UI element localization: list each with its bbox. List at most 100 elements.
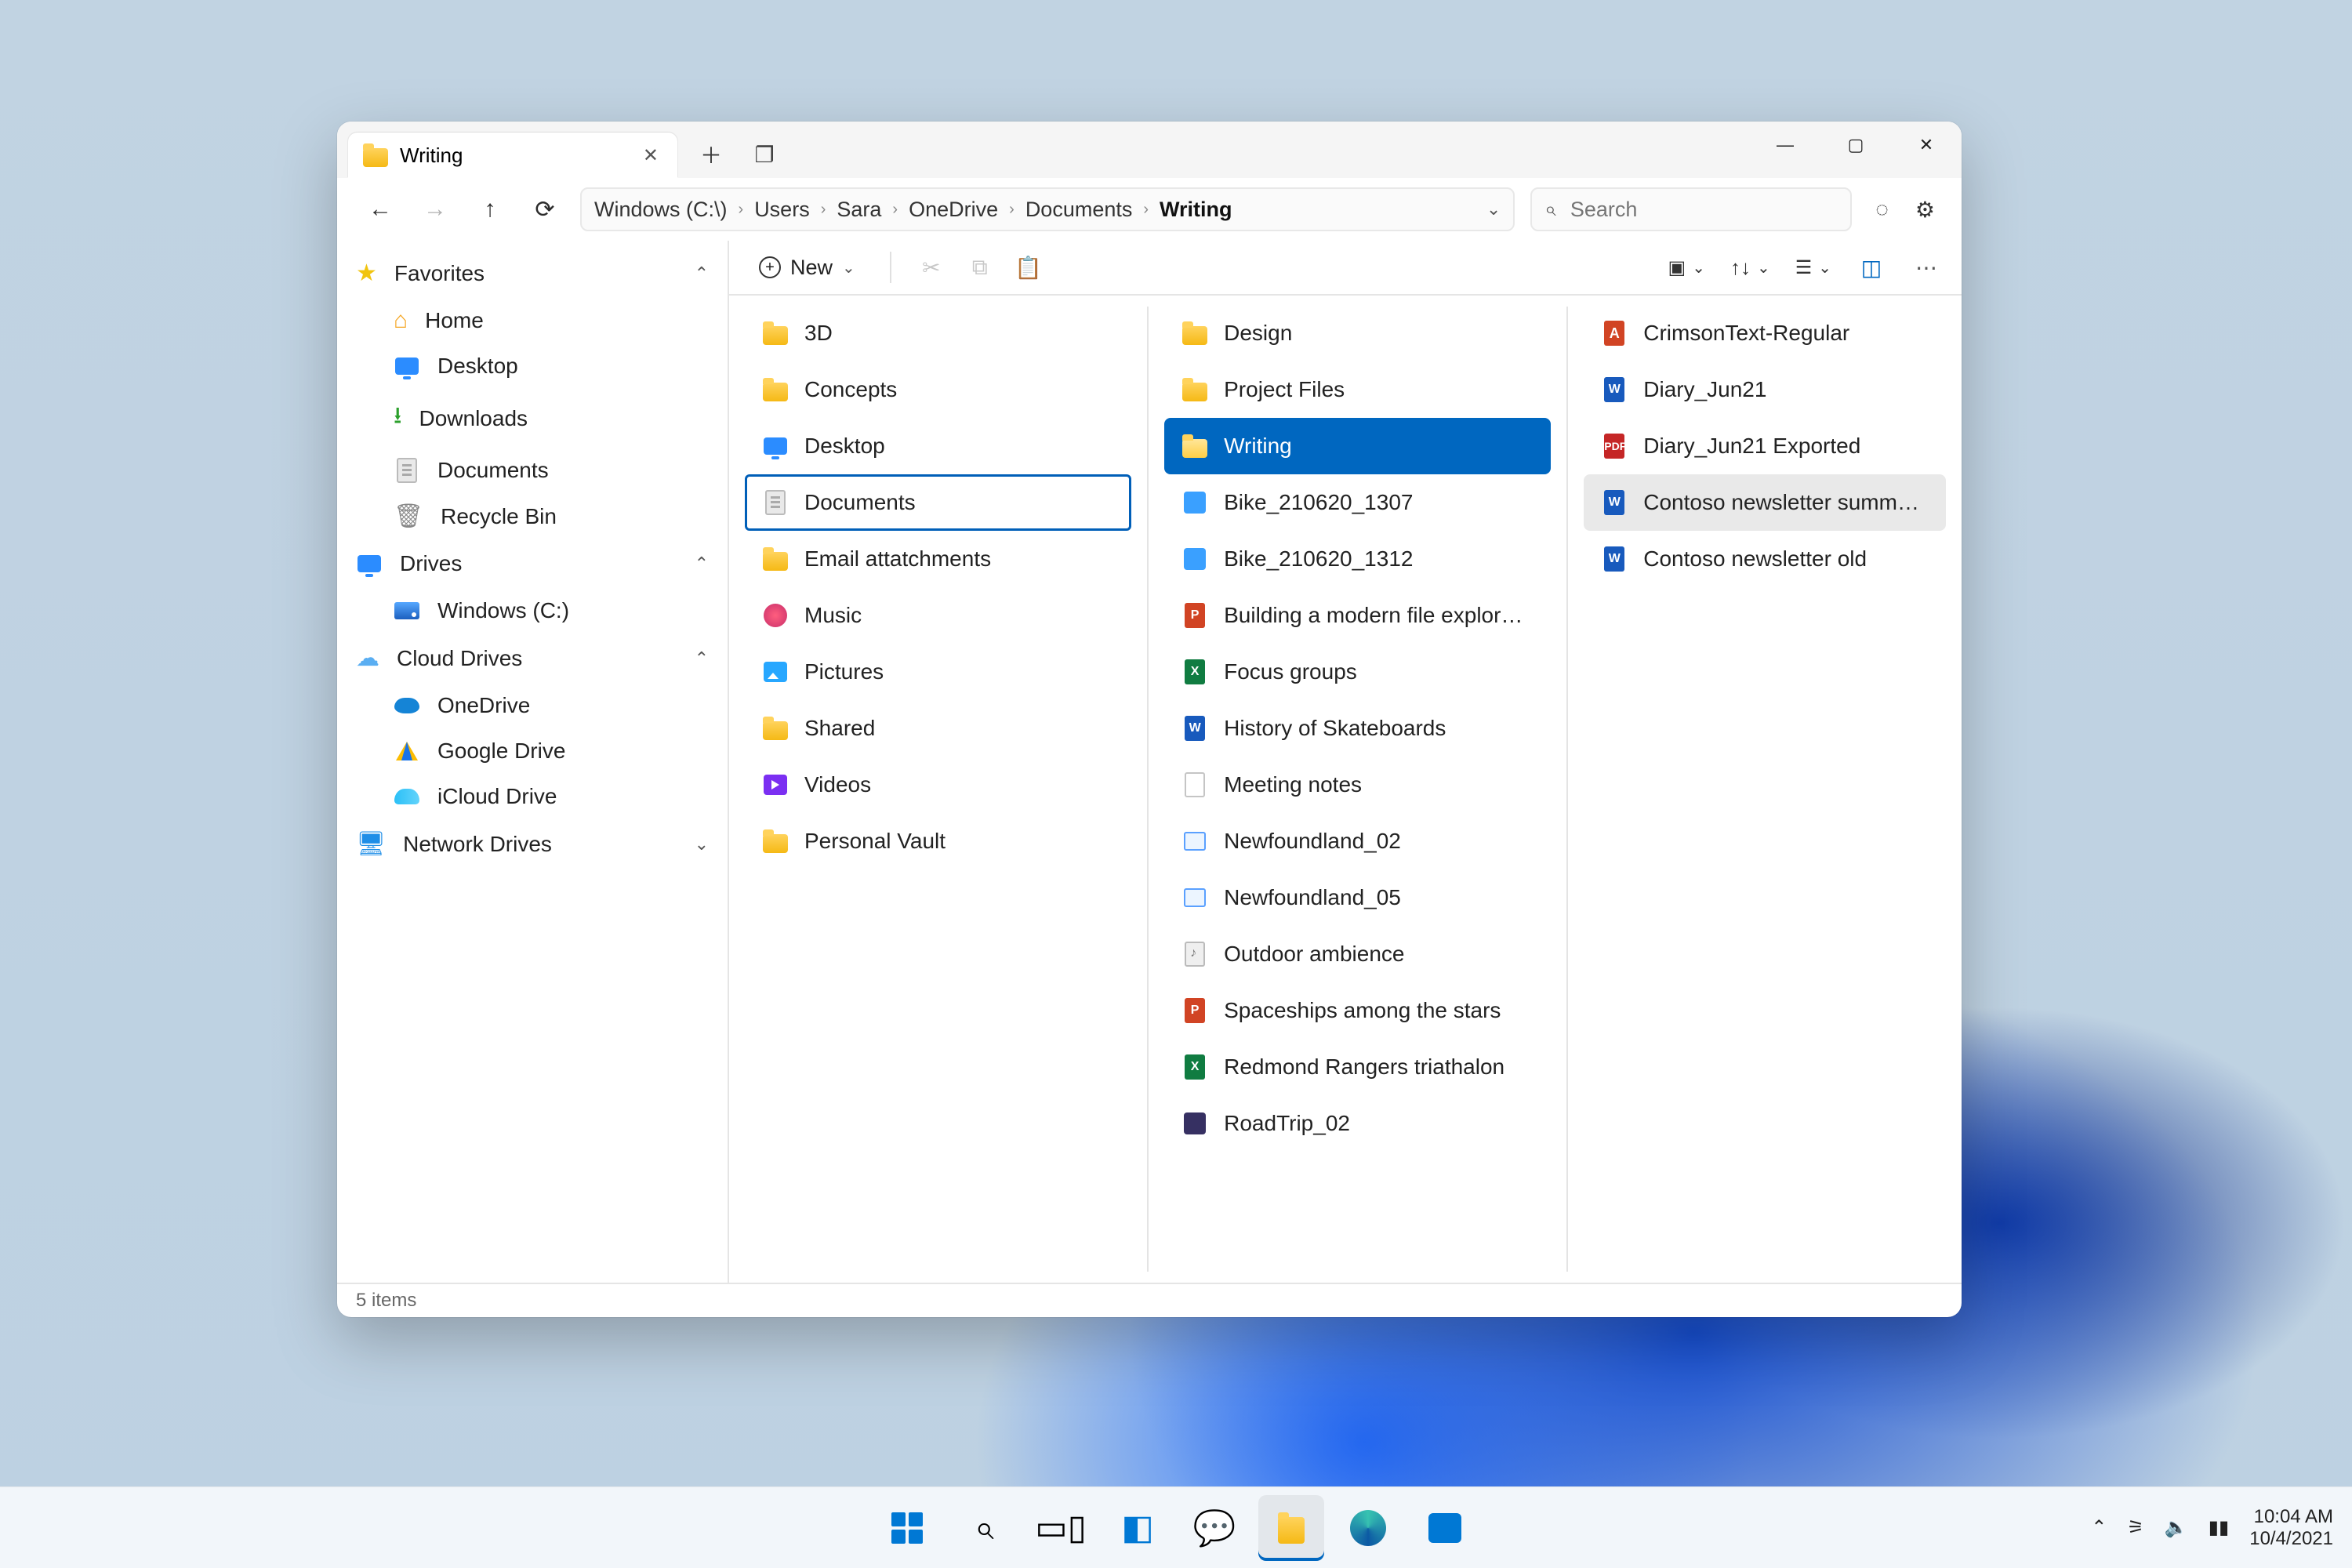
new-button[interactable]: + New ⌄ bbox=[750, 251, 865, 285]
breadcrumb[interactable]: Windows (C:\)› Users› Sara› OneDrive› Do… bbox=[580, 187, 1515, 231]
taskbar-edge[interactable] bbox=[1335, 1495, 1401, 1561]
sort-button[interactable]: ↑↓⌄ bbox=[1730, 256, 1770, 280]
cut-button[interactable]: ✂ bbox=[916, 255, 946, 281]
search-input[interactable] bbox=[1569, 197, 1838, 223]
taskbar-search[interactable]: ⌕ bbox=[951, 1495, 1017, 1561]
more-button[interactable]: ⋯ bbox=[1911, 255, 1941, 281]
list-item[interactable]: WHistory of Skateboards bbox=[1164, 700, 1551, 757]
sidebar-section-network[interactable]: 🖥 Network Drives ⌄ bbox=[337, 819, 728, 869]
chevron-down-icon[interactable]: ⌄ bbox=[695, 834, 709, 855]
chevron-up-icon[interactable]: ⌃ bbox=[695, 554, 709, 574]
minimize-button[interactable]: ― bbox=[1750, 122, 1820, 169]
list-item[interactable]: PSpaceships among the stars bbox=[1164, 982, 1551, 1039]
taskbar-store[interactable] bbox=[1412, 1495, 1478, 1561]
sidebar-item-documents[interactable]: Documents bbox=[337, 448, 728, 493]
list-item[interactable]: XRedmond Rangers triathalon bbox=[1164, 1039, 1551, 1095]
item-name: Contoso newsletter old bbox=[1643, 546, 1867, 572]
sidebar-item-googledrive[interactable]: Google Drive bbox=[337, 728, 728, 774]
new-tab-button[interactable]: ＋ bbox=[698, 139, 724, 170]
back-button[interactable]: ← bbox=[367, 196, 394, 223]
chevron-up-icon[interactable]: ⌃ bbox=[695, 263, 709, 284]
sidebar-item-icloud[interactable]: iCloud Drive bbox=[337, 774, 728, 819]
list-item[interactable]: Personal Vault bbox=[745, 813, 1131, 869]
start-button[interactable] bbox=[874, 1495, 940, 1561]
taskbar-explorer[interactable] bbox=[1258, 1495, 1324, 1561]
paste-button[interactable]: 📋 bbox=[1014, 255, 1044, 281]
tab-overview-button[interactable]: ❐ bbox=[751, 142, 778, 168]
close-window-button[interactable]: ✕ bbox=[1891, 122, 1962, 169]
list-item[interactable]: PDFDiary_Jun21 Exported bbox=[1584, 418, 1946, 474]
list-item[interactable]: Newfoundland_02 bbox=[1164, 813, 1551, 869]
breadcrumb-seg[interactable]: Windows (C:\) bbox=[594, 198, 728, 222]
select-button[interactable]: ▣⌄ bbox=[1668, 256, 1705, 279]
list-item[interactable]: PBuilding a modern file explor… bbox=[1164, 587, 1551, 644]
breadcrumb-seg[interactable]: Users bbox=[754, 198, 810, 222]
copy-button[interactable]: ⧉ bbox=[965, 255, 995, 281]
up-button[interactable]: ↑ bbox=[477, 196, 503, 223]
list-item[interactable]: XFocus groups bbox=[1164, 644, 1551, 700]
list-item[interactable]: Outdoor ambience bbox=[1164, 926, 1551, 982]
list-item[interactable]: Pictures bbox=[745, 644, 1131, 700]
sidebar-item-onedrive[interactable]: OneDrive bbox=[337, 683, 728, 728]
edge-icon bbox=[1350, 1510, 1386, 1546]
list-item[interactable]: WContoso newsletter old bbox=[1584, 531, 1946, 587]
maximize-button[interactable]: ▢ bbox=[1820, 122, 1891, 169]
battery-icon[interactable]: ▮▮ bbox=[2209, 1516, 2229, 1539]
list-item[interactable]: Music bbox=[745, 587, 1131, 644]
search-icon: ⌕ bbox=[1544, 197, 1556, 222]
sidebar-item-downloads[interactable]: ⭳Downloads bbox=[337, 389, 728, 448]
bike-icon bbox=[1181, 546, 1208, 572]
sidebar-item-desktop[interactable]: Desktop bbox=[337, 343, 728, 389]
taskbar-clock[interactable]: 10:04 AM 10/4/2021 bbox=[2249, 1506, 2333, 1549]
volume-icon[interactable]: 🔈 bbox=[2165, 1516, 2188, 1539]
window-tab[interactable]: Writing ✕ bbox=[348, 132, 677, 178]
sidebar-item-label: Desktop bbox=[437, 354, 518, 379]
wifi-icon[interactable]: ⚞ bbox=[2127, 1516, 2144, 1539]
sidebar-item-recyclebin[interactable]: 🗑Recycle Bin bbox=[337, 493, 728, 539]
chevron-up-icon[interactable]: ⌃ bbox=[695, 648, 709, 669]
sidebar-item-home[interactable]: ⌂Home bbox=[337, 298, 728, 343]
breadcrumb-dropdown[interactable]: ⌄ bbox=[1486, 199, 1501, 220]
list-item[interactable]: Writing bbox=[1164, 418, 1551, 474]
close-tab-icon[interactable]: ✕ bbox=[638, 144, 663, 167]
list-item[interactable]: WContoso newsletter summe… bbox=[1584, 474, 1946, 531]
breadcrumb-seg-current[interactable]: Writing bbox=[1160, 198, 1232, 222]
list-item[interactable]: RoadTrip_02 bbox=[1164, 1095, 1551, 1152]
taskbar-taskview[interactable]: ▭▯ bbox=[1028, 1495, 1094, 1561]
breadcrumb-seg[interactable]: OneDrive bbox=[909, 198, 998, 222]
taskbar-widgets[interactable]: ◧ bbox=[1105, 1495, 1171, 1561]
list-item[interactable]: Bike_210620_1307 bbox=[1164, 474, 1551, 531]
sidebar-section-favorites[interactable]: ★ Favorites ⌃ bbox=[337, 249, 728, 298]
sidebar-item-label: Documents bbox=[437, 458, 549, 483]
settings-icon[interactable]: ⚙ bbox=[1915, 197, 1935, 223]
forward-button[interactable]: → bbox=[422, 196, 448, 223]
sidebar-section-drives[interactable]: Drives ⌃ bbox=[337, 539, 728, 588]
list-item[interactable]: Bike_210620_1312 bbox=[1164, 531, 1551, 587]
system-tray[interactable]: ⌃ ⚞ 🔈 ▮▮ 10:04 AM 10/4/2021 bbox=[2091, 1506, 2333, 1549]
sidebar-item-windows-c[interactable]: Windows (C:) bbox=[337, 588, 728, 633]
preview-pane-button[interactable]: ◫ bbox=[1857, 255, 1886, 281]
search-box[interactable]: ⌕ bbox=[1530, 187, 1852, 231]
list-item[interactable]: Newfoundland_05 bbox=[1164, 869, 1551, 926]
loading-icon[interactable]: ◌ bbox=[1875, 197, 1889, 222]
list-item[interactable]: Email attatchments bbox=[745, 531, 1131, 587]
list-item[interactable]: Meeting notes bbox=[1164, 757, 1551, 813]
breadcrumb-seg[interactable]: Sara bbox=[837, 198, 881, 222]
view-button[interactable]: ☰⌄ bbox=[1795, 256, 1831, 279]
list-item[interactable]: Design bbox=[1164, 305, 1551, 361]
list-item[interactable]: 3D bbox=[745, 305, 1131, 361]
list-item[interactable]: Project Files bbox=[1164, 361, 1551, 418]
sidebar-section-cloud[interactable]: ☁ Cloud Drives ⌃ bbox=[337, 633, 728, 683]
item-name: Design bbox=[1224, 321, 1292, 346]
list-item[interactable]: Documents bbox=[745, 474, 1131, 531]
list-item[interactable]: WDiary_Jun21 bbox=[1584, 361, 1946, 418]
list-item[interactable]: Videos bbox=[745, 757, 1131, 813]
refresh-button[interactable]: ⟳ bbox=[532, 196, 558, 223]
list-item[interactable]: Desktop bbox=[745, 418, 1131, 474]
breadcrumb-seg[interactable]: Documents bbox=[1025, 198, 1133, 222]
list-item[interactable]: Concepts bbox=[745, 361, 1131, 418]
taskbar-chat[interactable]: 💬 bbox=[1181, 1495, 1247, 1561]
list-item[interactable]: ACrimsonText-Regular bbox=[1584, 305, 1946, 361]
list-item[interactable]: Shared bbox=[745, 700, 1131, 757]
tray-chevron-icon[interactable]: ⌃ bbox=[2091, 1516, 2107, 1539]
